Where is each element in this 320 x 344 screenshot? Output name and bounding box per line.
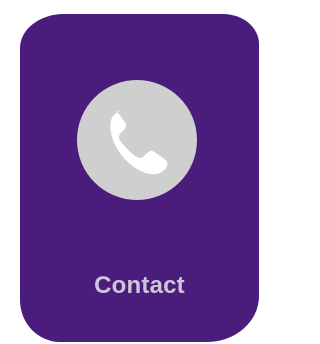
phone-icon xyxy=(97,100,177,180)
contact-card-area: Contact xyxy=(0,0,259,344)
contact-tile[interactable]: Contact xyxy=(20,14,259,342)
contact-icon-circle xyxy=(77,80,197,200)
contact-label: Contact xyxy=(94,272,185,299)
